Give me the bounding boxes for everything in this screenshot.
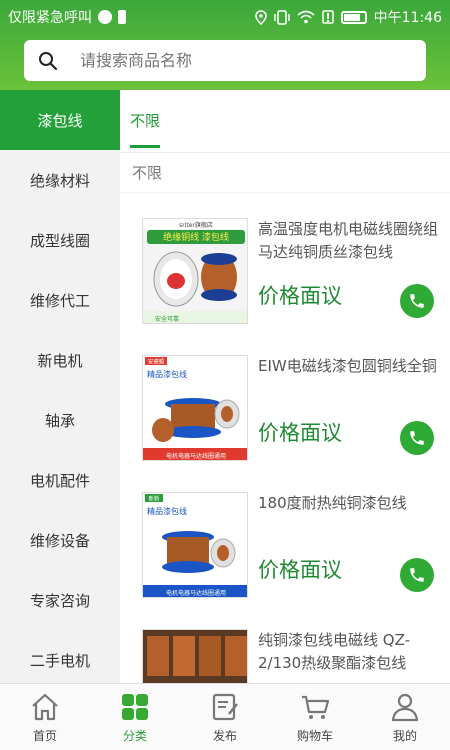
cart-icon <box>302 695 330 719</box>
filter-tabs: 不限 <box>120 90 450 153</box>
product-price: 价格面议 <box>258 421 342 445</box>
sidebar-item-bearing[interactable]: 轴承 <box>0 390 120 450</box>
phone-icon <box>410 431 424 445</box>
nav-home[interactable]: 首页 <box>0 684 90 750</box>
subfilter-unlimited[interactable]: 不限 <box>120 153 450 193</box>
category-icon <box>122 694 148 720</box>
product-title: 纯铜漆包线电磁线 QZ-2/130热级聚酯漆包线 <box>258 631 411 672</box>
tab-indicator <box>130 145 160 148</box>
thumb-banner-label: 精品漆包线 <box>147 369 187 379</box>
product-item[interactable]: 安德顺 精品漆包线 电机电器马达线圈通用 EIW电磁线漆包圆铜线全铜 价格面议 <box>120 335 450 467</box>
nav-label: 我的 <box>392 729 417 743</box>
tab-unlimited[interactable]: 不限 <box>130 110 160 131</box>
search-bar[interactable] <box>24 40 426 81</box>
publish-icon <box>212 693 238 721</box>
thumb-store-label: 安德顺 <box>148 358 165 366</box>
product-panel: 不限 不限 sriter旗舰店 绝缘铜线 漆包线 安全可靠 高温强度电机电磁线圈… <box>120 90 450 683</box>
notification-icon <box>98 10 112 24</box>
thumb-footer-label: 电机电器马达线圈通用 <box>166 452 226 460</box>
thumb-footer-label: 电机电器马达线圈通用 <box>166 589 226 597</box>
nav-label: 首页 <box>32 729 57 743</box>
product-title: 180度耐热纯铜漆包线 <box>258 494 407 512</box>
thumb-banner-label: 精品漆包线 <box>147 506 187 516</box>
sidebar-item-enameled-wire[interactable]: 漆包线 <box>0 90 120 150</box>
nav-label: 发布 <box>212 729 237 743</box>
product-title: EIW电磁线漆包圆铜线全铜 <box>258 357 437 375</box>
nav-label: 分类 <box>122 729 147 743</box>
product-price: 价格面议 <box>258 558 342 582</box>
search-icon <box>39 52 58 71</box>
sidebar-item-used-motor[interactable]: 二手电机 <box>0 630 120 683</box>
sidebar-item-insulation[interactable]: 绝缘材料 <box>0 150 120 210</box>
header: 仅限紧急呼叫 中午11:46 请搜索商品名称 <box>0 0 450 90</box>
product-thumbnail: 新新 精品漆包线 电机电器马达线圈通用 <box>142 492 248 598</box>
signal-icon <box>321 10 334 24</box>
thumb-banner-label: 绝缘铜线 漆包线 <box>163 231 229 243</box>
nav-category[interactable]: 分类 <box>90 684 180 750</box>
product-thumbnail: sriter旗舰店 绝缘铜线 漆包线 安全可靠 <box>142 218 248 324</box>
sidebar-item-expert[interactable]: 专家咨询 <box>0 570 120 630</box>
thumb-store-label: sriter旗舰店 <box>179 221 213 229</box>
home-icon <box>32 693 58 721</box>
nav-profile[interactable]: 我的 <box>360 684 450 750</box>
sidebar-item-motor-parts[interactable]: 电机配件 <box>0 450 120 510</box>
call-button[interactable] <box>400 421 434 455</box>
status-bar: 仅限紧急呼叫 中午11:46 <box>0 0 450 32</box>
product-title: 高温强度电机电磁线圈绕组马达纯铜质丝漆包线 <box>258 220 439 261</box>
call-button[interactable] <box>400 558 434 592</box>
location-icon <box>254 9 267 25</box>
bottom-nav: 首页 分类 发布 购物车 我的 <box>0 683 450 750</box>
carrier-text: 仅限紧急呼叫 <box>8 10 92 26</box>
product-price: 价格面议 <box>258 284 342 308</box>
sidebar-item-formed-coil[interactable]: 成型线圈 <box>0 210 120 270</box>
battery-icon <box>340 10 367 24</box>
phone-icon <box>410 294 424 308</box>
clock: 中午11:46 <box>373 10 442 26</box>
nav-publish[interactable]: 发布 <box>180 684 270 750</box>
sidebar-item-repair[interactable]: 维修代工 <box>0 270 120 330</box>
sim-icon <box>118 10 126 24</box>
product-thumbnail <box>142 629 248 683</box>
product-item[interactable]: sriter旗舰店 绝缘铜线 漆包线 安全可靠 高温强度电机电磁线圈绕组马达纯铜… <box>120 198 450 330</box>
profile-icon <box>391 693 419 722</box>
product-item[interactable]: 新新 精品漆包线 电机电器马达线圈通用 180度耐热纯铜漆包线 价格面议 <box>120 472 450 604</box>
phone-icon <box>410 568 424 582</box>
thumb-footer-label: 安全可靠 <box>155 315 179 323</box>
nav-cart[interactable]: 购物车 <box>270 684 360 750</box>
wifi-icon <box>297 10 315 24</box>
search-input[interactable] <box>80 40 410 81</box>
thumb-store-label: 新新 <box>148 495 160 503</box>
nav-label: 购物车 <box>296 729 333 743</box>
vibrate-icon <box>273 9 290 25</box>
category-sidebar: 漆包线 绝缘材料 成型线圈 维修代工 新电机 轴承 电机配件 维修设备 专家咨询… <box>0 90 120 683</box>
product-thumbnail: 安德顺 精品漆包线 电机电器马达线圈通用 <box>142 355 248 461</box>
sidebar-item-new-motor[interactable]: 新电机 <box>0 330 120 390</box>
call-button[interactable] <box>400 284 434 318</box>
sidebar-item-repair-equipment[interactable]: 维修设备 <box>0 510 120 570</box>
product-item[interactable]: 纯铜漆包线电磁线 QZ-2/130热级聚酯漆包线 <box>120 609 450 683</box>
